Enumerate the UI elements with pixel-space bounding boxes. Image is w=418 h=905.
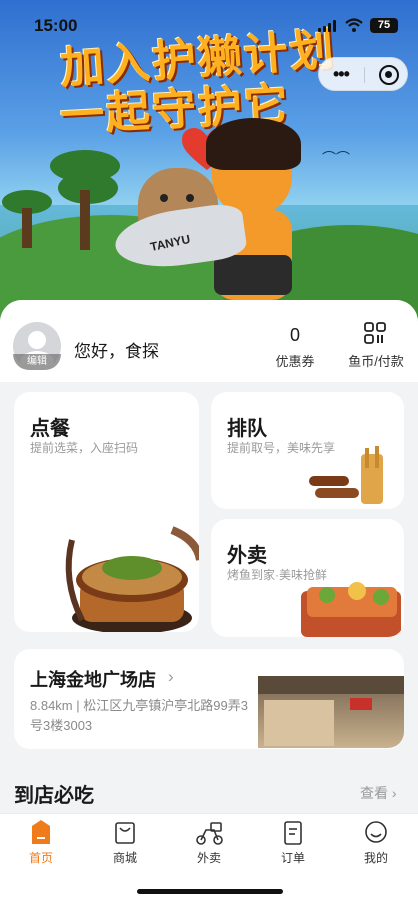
home-indicator [137,889,283,894]
close-target-icon[interactable] [379,65,399,85]
order-title: 点餐 [30,418,70,440]
hotpot-image [301,582,401,637]
coupon-count[interactable]: 0 [274,325,316,346]
shop-icon[interactable] [90,820,160,846]
tab-delivery-label[interactable]: 外卖 [174,849,244,866]
smile-icon[interactable] [341,820,411,846]
store-address: 8.84km | 松江区九亭镇沪亭北路99弄3号3楼3003 [30,698,248,733]
capsule-divider [364,67,365,83]
skewers-image [309,446,383,504]
queue-title: 排队 [227,418,267,440]
grilled-fish-pot-image [65,526,199,632]
wifi-icon [345,18,363,32]
scooter-icon[interactable] [174,820,244,846]
mascot-hair [206,118,301,170]
order-icon[interactable] [258,820,328,846]
tab-home-label[interactable]: 首页 [6,849,76,866]
home-icon[interactable] [6,820,76,846]
section-more-link[interactable]: 查看 › [360,783,397,803]
greeting-text: 您好，食探 [74,342,159,361]
bird-icon: ⌒⌒ [322,150,350,166]
more-icon[interactable]: ••• [333,65,350,83]
tab-shop-label[interactable]: 商城 [90,849,160,866]
order-card[interactable]: 点餐 提前选菜，入座扫码 [14,392,199,632]
chevron-right-icon[interactable]: › [168,667,174,687]
pay-label[interactable]: 鱼币/付款 [342,351,410,370]
status-time: 15:00 [34,16,78,35]
tab-mine-label[interactable]: 我的 [341,849,411,866]
section-more-label[interactable]: 查看 [360,785,388,801]
storefront-image [258,676,404,748]
status-bar: 15:00 75 [0,0,418,50]
battery-indicator: 75 [370,18,398,33]
section-title: 到店必吃 [14,785,94,807]
mascot-shorts [214,255,292,295]
tab-order-label[interactable]: 订单 [258,849,328,866]
signal-icon [318,20,338,32]
coupon-label[interactable]: 优惠券 [268,351,322,370]
delivery-title: 外卖 [227,545,267,567]
queue-card[interactable]: 排队 提前取号，美味先享 [211,392,404,509]
miniprogram-capsule: ••• [318,57,408,91]
store-name[interactable]: 上海金地广场店 [30,666,156,692]
order-subtitle: 提前选菜，入座扫码 [30,441,139,455]
qr-pay-icon[interactable] [364,322,386,344]
delivery-card[interactable]: 外卖 烤鱼到家·美味抢鲜 [211,519,404,637]
